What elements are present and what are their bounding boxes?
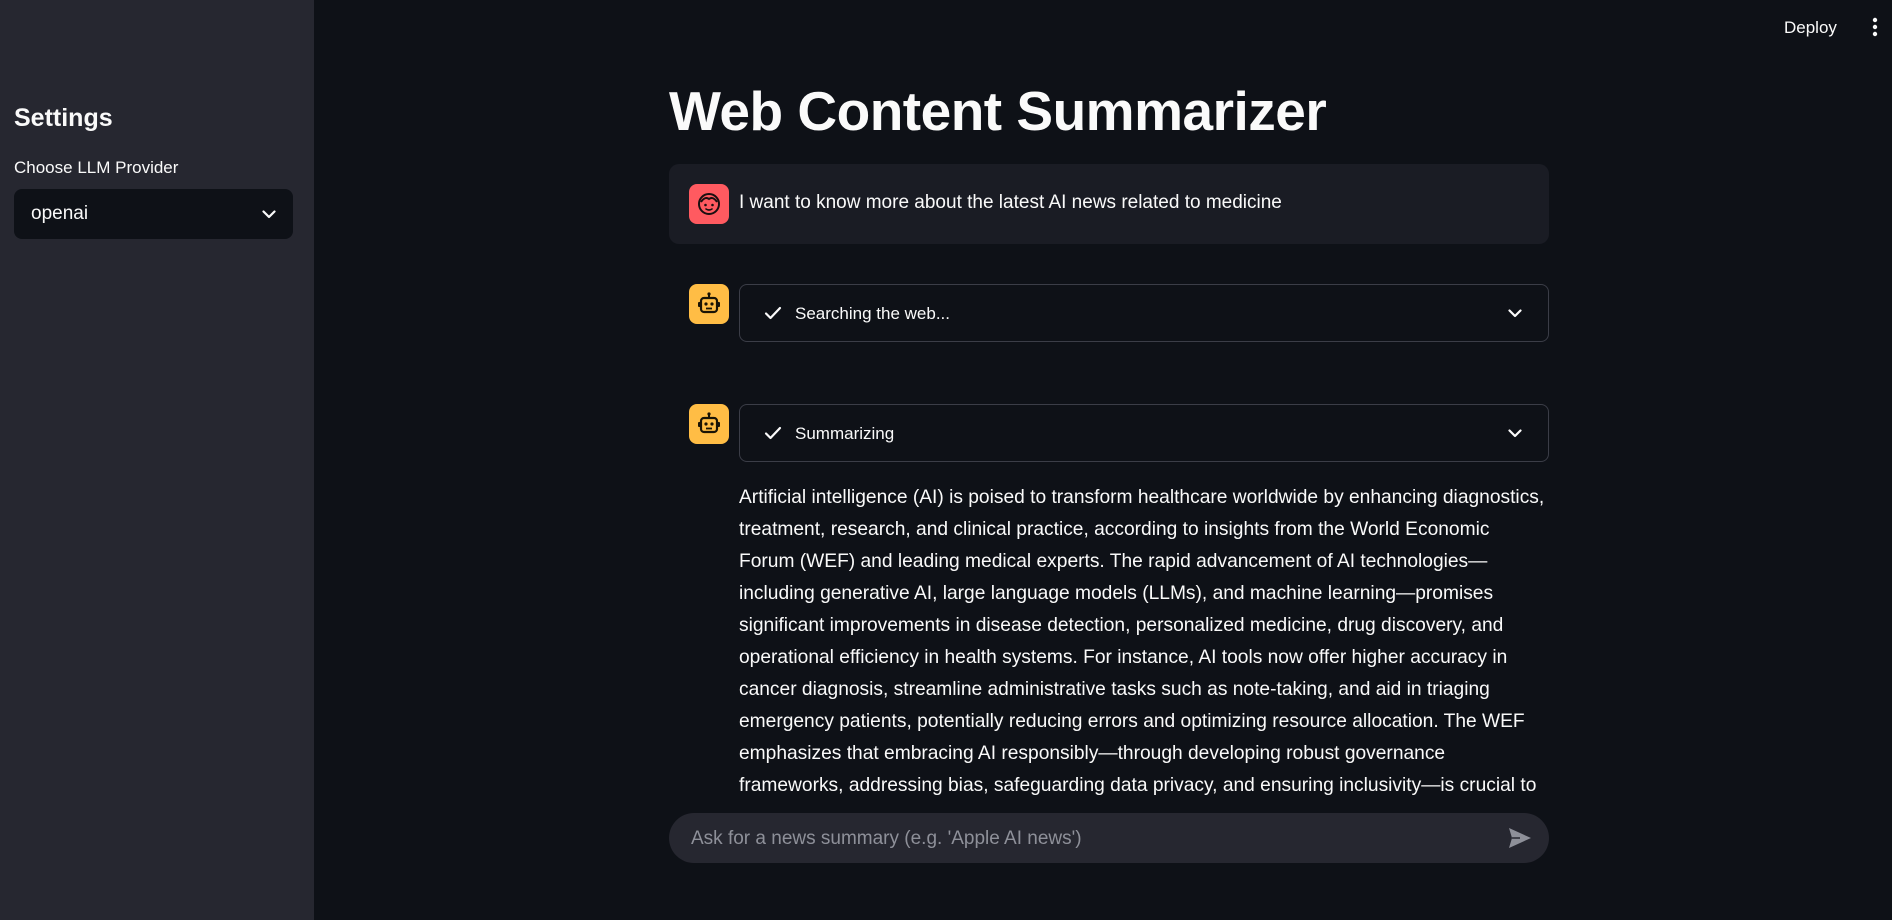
chevron-down-icon bbox=[1508, 305, 1522, 323]
searching-label: Searching the web... bbox=[795, 304, 950, 323]
sidebar: Settings Choose LLM Provider openai bbox=[0, 0, 314, 920]
send-icon[interactable] bbox=[1507, 826, 1533, 850]
bot-avatar-icon bbox=[689, 284, 729, 324]
llm-provider-label: Choose LLM Provider bbox=[14, 158, 179, 177]
chat-input[interactable] bbox=[689, 813, 1473, 865]
chevron-down-icon bbox=[1508, 425, 1522, 443]
chat-input-bar bbox=[669, 813, 1549, 865]
chevron-down-icon bbox=[262, 209, 276, 219]
sidebar-title: Settings bbox=[14, 104, 113, 132]
deploy-button[interactable]: Deploy bbox=[1778, 14, 1843, 42]
app: Settings Choose LLM Provider openai Depl… bbox=[0, 0, 1892, 920]
summarizing-expander[interactable]: Summarizing bbox=[739, 404, 1549, 462]
user-avatar-icon bbox=[689, 184, 729, 224]
user-message: I want to know more about the latest AI … bbox=[669, 164, 1549, 244]
searching-expander[interactable]: Searching the web... bbox=[739, 284, 1549, 342]
check-icon bbox=[764, 305, 782, 326]
page-title: Web Content Summarizer bbox=[669, 80, 1327, 142]
summary-text: Artificial intelligence (AI) is poised t… bbox=[739, 487, 1545, 796]
llm-provider-value: openai bbox=[31, 203, 89, 224]
bot-avatar-icon bbox=[689, 404, 729, 444]
more-vertical-icon[interactable] bbox=[1868, 16, 1882, 38]
check-icon bbox=[764, 425, 782, 446]
llm-provider-select[interactable]: openai bbox=[14, 189, 293, 239]
user-message-text: I want to know more about the latest AI … bbox=[739, 192, 1282, 213]
summarizing-label: Summarizing bbox=[795, 424, 895, 443]
